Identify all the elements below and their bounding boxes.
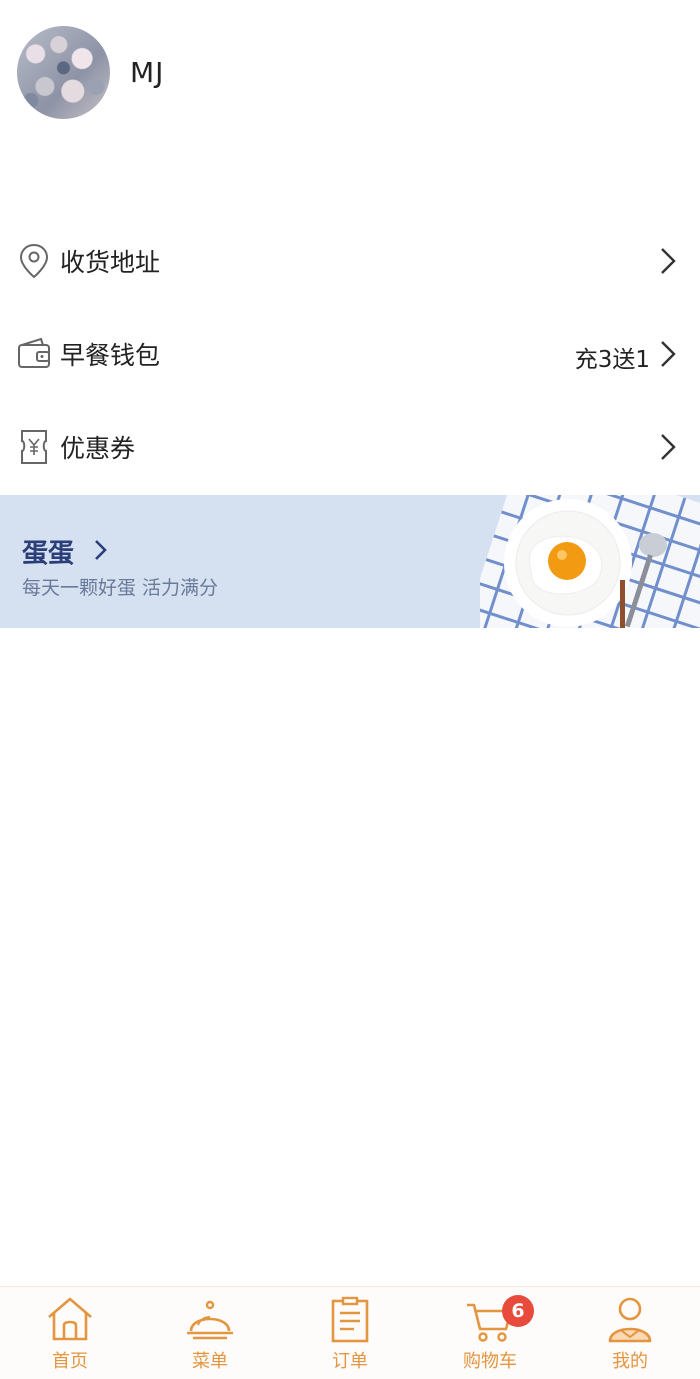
home-icon (48, 1297, 92, 1341)
menu-item-label: 优惠券 (60, 434, 136, 463)
chevron-right-icon (95, 540, 107, 560)
bottom-tab-bar: 首页 菜单 订单 6 购物车 我的 (0, 1286, 700, 1379)
menu-item-address[interactable]: 收货地址 (0, 215, 700, 308)
tab-orders[interactable]: 订单 (280, 1287, 420, 1379)
avatar[interactable] (17, 26, 110, 119)
tab-label: 首页 (52, 1351, 88, 1372)
tab-label: 我的 (612, 1351, 648, 1372)
chevron-right-icon (661, 434, 676, 460)
wallet-promo: 充3送1 (574, 347, 650, 373)
username: MJ (130, 56, 165, 89)
tab-mine[interactable]: 我的 (560, 1287, 700, 1379)
tab-label: 菜单 (192, 1351, 228, 1372)
tab-cart[interactable]: 6 购物车 (420, 1287, 560, 1379)
tab-label: 订单 (332, 1351, 368, 1372)
menu-item-label: 早餐钱包 (60, 341, 161, 370)
tab-label: 购物车 (463, 1351, 517, 1372)
egg-promo-banner[interactable]: 蛋蛋 每天一颗好蛋 活力满分 (0, 495, 700, 628)
chevron-right-icon (661, 341, 676, 367)
wallet-icon (18, 337, 50, 368)
banner-title: 蛋蛋 (22, 539, 75, 569)
tab-home[interactable]: 首页 (0, 1287, 140, 1379)
banner-subtitle: 每天一颗好蛋 活力满分 (22, 577, 219, 599)
menu-item-wallet[interactable]: 早餐钱包 充3送1 (0, 308, 700, 401)
location-pin-icon (19, 243, 49, 279)
menu-item-coupon[interactable]: 优惠券 (0, 401, 700, 494)
user-profile-icon (608, 1297, 652, 1343)
fried-egg-illustration (480, 495, 700, 628)
coupon-icon (21, 430, 47, 464)
chevron-right-icon (661, 248, 676, 274)
tab-menu[interactable]: 菜单 (140, 1287, 280, 1379)
profile-header: MJ (0, 0, 700, 150)
food-cloche-icon (187, 1300, 233, 1340)
menu-item-label: 收货地址 (60, 248, 161, 277)
cart-count-badge: 6 (502, 1295, 534, 1327)
order-list-icon (331, 1296, 369, 1343)
